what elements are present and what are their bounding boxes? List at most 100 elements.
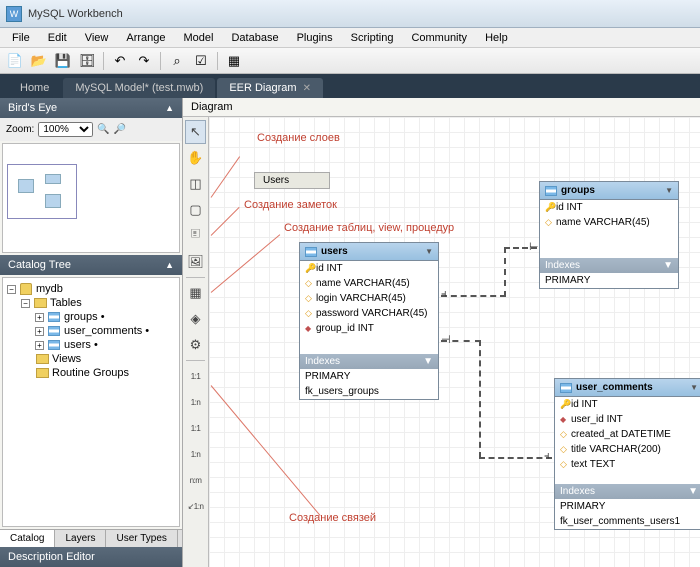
chevron-down-icon[interactable]: ▼ bbox=[425, 247, 433, 256]
chevron-down-icon[interactable]: ▼ bbox=[423, 356, 433, 367]
catalog-tree-header[interactable]: Catalog Tree ▲ bbox=[0, 255, 182, 275]
toggle-icon[interactable]: − bbox=[21, 299, 30, 308]
eraser-tool-icon[interactable]: ◫ bbox=[185, 172, 206, 196]
tree-table-item[interactable]: +user_comments • bbox=[7, 324, 175, 338]
tab-eer[interactable]: EER Diagram✕ bbox=[217, 78, 323, 98]
index-row[interactable]: fk_user_comments_users1 bbox=[555, 514, 700, 529]
menu-arrange[interactable]: Arrange bbox=[118, 30, 173, 46]
indexes-header[interactable]: Indexes▼ bbox=[540, 258, 678, 273]
note-tool-icon[interactable]: 🗉 bbox=[185, 224, 206, 248]
tab-home[interactable]: Home bbox=[8, 78, 61, 98]
index-row[interactable]: PRIMARY bbox=[555, 499, 700, 514]
tree-table-item[interactable]: +users • bbox=[7, 338, 175, 352]
table-column[interactable]: ◇name VARCHAR(45) bbox=[540, 215, 678, 230]
rel-1-n-nonid-icon[interactable]: 1:n bbox=[185, 390, 206, 414]
tree-db[interactable]: −mydb bbox=[7, 282, 175, 296]
tab-model[interactable]: MySQL Model* (test.mwb) bbox=[63, 78, 215, 98]
table-column[interactable]: ◇title VARCHAR(200) bbox=[555, 442, 700, 457]
undo-icon[interactable]: ↶ bbox=[109, 51, 131, 71]
layer-tool-icon[interactable]: ▢ bbox=[185, 198, 206, 222]
index-row[interactable]: PRIMARY bbox=[540, 273, 678, 288]
tree-table-item[interactable]: +groups • bbox=[7, 310, 175, 324]
table-column[interactable]: ◇name VARCHAR(45) bbox=[300, 276, 438, 291]
chevron-down-icon[interactable]: ▼ bbox=[688, 486, 698, 497]
birds-eye-header[interactable]: Bird's Eye ▲ bbox=[0, 98, 182, 118]
zoom-in-icon[interactable]: 🔎 bbox=[114, 124, 126, 135]
saveas-icon[interactable]: 🗄 bbox=[76, 51, 98, 71]
table-column[interactable]: 🔑id INT bbox=[540, 200, 678, 215]
index-row[interactable]: fk_users_groups bbox=[300, 384, 438, 399]
table-column[interactable]: 🔑id INT bbox=[300, 261, 438, 276]
table-column[interactable]: ◆group_id INT bbox=[300, 321, 438, 336]
index-row[interactable]: PRIMARY bbox=[300, 369, 438, 384]
redo-icon[interactable]: ↷ bbox=[133, 51, 155, 71]
menu-help[interactable]: Help bbox=[477, 30, 516, 46]
chevron-down-icon[interactable]: ▼ bbox=[663, 260, 673, 271]
diagram-tab[interactable]: Diagram bbox=[183, 98, 700, 117]
rel-existing-icon[interactable]: ↙1:n bbox=[185, 494, 206, 518]
table-column[interactable]: ◇password VARCHAR(45) bbox=[300, 306, 438, 321]
table-column[interactable]: 🔑id INT bbox=[555, 397, 700, 412]
table-header[interactable]: groups▼ bbox=[540, 182, 678, 200]
rel-n-m-icon[interactable]: n:m bbox=[185, 468, 206, 492]
table-tool-icon[interactable]: ▦ bbox=[185, 281, 206, 305]
hand-tool-icon[interactable]: ✋ bbox=[185, 146, 206, 170]
zoom-out-icon[interactable]: 🔍 bbox=[97, 124, 109, 135]
chevron-down-icon[interactable]: ▼ bbox=[665, 186, 673, 195]
table-column[interactable]: ◇login VARCHAR(45) bbox=[300, 291, 438, 306]
indexes-header[interactable]: Indexes▼ bbox=[555, 484, 700, 499]
relationship-line[interactable] bbox=[441, 295, 506, 297]
menu-edit[interactable]: Edit bbox=[40, 30, 75, 46]
description-editor-header[interactable]: Description Editor bbox=[0, 547, 182, 567]
routine-tool-icon[interactable]: ⚙ bbox=[185, 333, 206, 357]
birds-eye-view[interactable] bbox=[2, 143, 180, 253]
relationship-line[interactable] bbox=[479, 340, 481, 458]
image-tool-icon[interactable]: 🖼 bbox=[185, 250, 206, 274]
relationship-line[interactable] bbox=[504, 247, 506, 297]
validate-icon[interactable]: ☑ bbox=[190, 51, 212, 71]
save-icon[interactable]: 💾 bbox=[52, 51, 74, 71]
btab-layers[interactable]: Layers bbox=[55, 530, 106, 547]
db-table-users[interactable]: users▼ 🔑id INT ◇name VARCHAR(45) ◇login … bbox=[299, 242, 439, 400]
btab-usertypes[interactable]: User Types bbox=[106, 530, 177, 547]
table-column[interactable]: ◆user_id INT bbox=[555, 412, 700, 427]
menu-scripting[interactable]: Scripting bbox=[343, 30, 402, 46]
menu-community[interactable]: Community bbox=[403, 30, 475, 46]
db-table-user-comments[interactable]: user_comments▼ 🔑id INT ◆user_id INT ◇cre… bbox=[554, 378, 700, 530]
collapse-icon[interactable]: ▲ bbox=[165, 260, 174, 270]
zoom-select[interactable]: 100% bbox=[38, 122, 93, 137]
layer-tab[interactable]: Users bbox=[254, 172, 330, 189]
toggle-icon[interactable]: − bbox=[7, 285, 16, 294]
menu-view[interactable]: View bbox=[77, 30, 117, 46]
table-header[interactable]: users▼ bbox=[300, 243, 438, 261]
diagram-canvas[interactable]: Users Создание слоев Создание заметок Со… bbox=[209, 117, 700, 567]
table-header[interactable]: user_comments▼ bbox=[555, 379, 700, 397]
tree-views[interactable]: Views bbox=[7, 352, 175, 366]
rel-1-1-nonid-icon[interactable]: 1:1 bbox=[185, 364, 206, 388]
toggle-icon[interactable]: + bbox=[35, 313, 44, 322]
collapse-icon[interactable]: ▲ bbox=[165, 103, 174, 113]
menu-plugins[interactable]: Plugins bbox=[289, 30, 341, 46]
tree-routines[interactable]: Routine Groups bbox=[7, 366, 175, 380]
tree-tables[interactable]: −Tables bbox=[7, 296, 175, 310]
btab-catalog[interactable]: Catalog bbox=[0, 530, 55, 547]
find-icon[interactable]: ⌕ bbox=[166, 51, 188, 71]
view-tool-icon[interactable]: ◈ bbox=[185, 307, 206, 331]
rel-1-1-id-icon[interactable]: 1:1 bbox=[185, 416, 206, 440]
open-file-icon[interactable]: 📂 bbox=[28, 51, 50, 71]
menu-model[interactable]: Model bbox=[176, 30, 222, 46]
grid-icon[interactable]: ▦ bbox=[223, 51, 245, 71]
db-table-groups[interactable]: groups▼ 🔑id INT ◇name VARCHAR(45) Indexe… bbox=[539, 181, 679, 289]
table-column[interactable]: ◇text TEXT bbox=[555, 457, 700, 472]
chevron-down-icon[interactable]: ▼ bbox=[690, 383, 698, 392]
pointer-tool-icon[interactable]: ↖ bbox=[185, 120, 206, 144]
rel-1-n-id-icon[interactable]: 1:n bbox=[185, 442, 206, 466]
indexes-header[interactable]: Indexes▼ bbox=[300, 354, 438, 369]
toggle-icon[interactable]: + bbox=[35, 327, 44, 336]
menu-file[interactable]: File bbox=[4, 30, 38, 46]
menu-database[interactable]: Database bbox=[223, 30, 286, 46]
relationship-line[interactable] bbox=[479, 457, 552, 459]
close-icon[interactable]: ✕ bbox=[303, 83, 311, 94]
new-file-icon[interactable]: 📄 bbox=[4, 51, 26, 71]
toggle-icon[interactable]: + bbox=[35, 341, 44, 350]
